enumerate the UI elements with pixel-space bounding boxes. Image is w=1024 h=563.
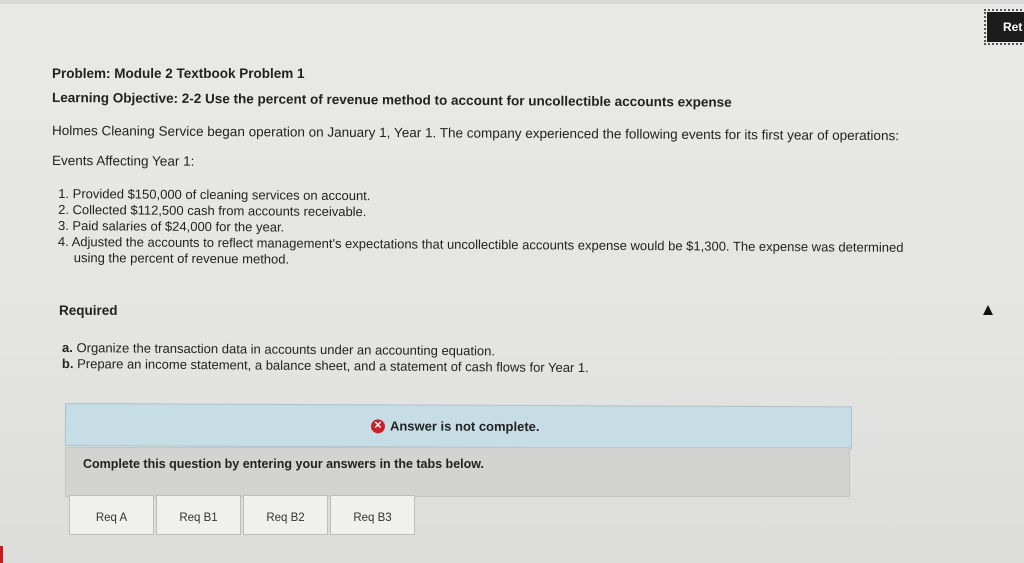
learning-objective: Learning Objective: 2-2 Use the percent … [51, 90, 732, 110]
required-item-letter: a. [62, 340, 73, 356]
tab-req-b2[interactable]: Req B2 [243, 495, 328, 535]
return-button[interactable]: Ret [984, 9, 1024, 45]
problem-title: Problem: Module 2 Textbook Problem 1 [52, 66, 305, 81]
answer-status: ✕ Answer is not complete. [370, 418, 540, 435]
screen: Ret Problem: Module 2 Textbook Problem 1… [0, 0, 1024, 563]
edge-marker [0, 546, 3, 563]
answer-status-text: Answer is not complete. [389, 418, 540, 435]
instruction-text: Complete this question by entering your … [83, 457, 484, 471]
tab-req-a[interactable]: Req A [69, 495, 154, 535]
mouse-cursor-icon [983, 305, 993, 315]
required-item-letter: b. [61, 356, 74, 372]
list-item: 4. Adjusted the accounts to reflect mana… [57, 233, 904, 267]
answer-status-banner: ✕ Answer is not complete. [64, 403, 853, 450]
required-heading: Required [59, 303, 118, 318]
x-circle-icon: ✕ [370, 418, 386, 433]
answer-tabs: Req A Req B1 Req B2 Req B3 [69, 495, 417, 535]
events-heading: Events Affecting Year 1: [51, 153, 195, 169]
event-list: 1. Provided $150,000 of cleaning service… [58, 186, 939, 272]
top-edge [0, 0, 1024, 4]
required-items: a. Organize the transaction data in acco… [62, 340, 589, 376]
tab-req-b3[interactable]: Req B3 [330, 495, 415, 535]
problem-intro: Holmes Cleaning Service began operation … [51, 123, 900, 144]
required-item-text: Prepare an income statement, a balance s… [77, 356, 589, 376]
instruction-box: Complete this question by entering your … [65, 447, 850, 497]
tab-req-b1[interactable]: Req B1 [156, 495, 241, 535]
required-item-b: b. Prepare an income statement, a balanc… [62, 356, 589, 376]
